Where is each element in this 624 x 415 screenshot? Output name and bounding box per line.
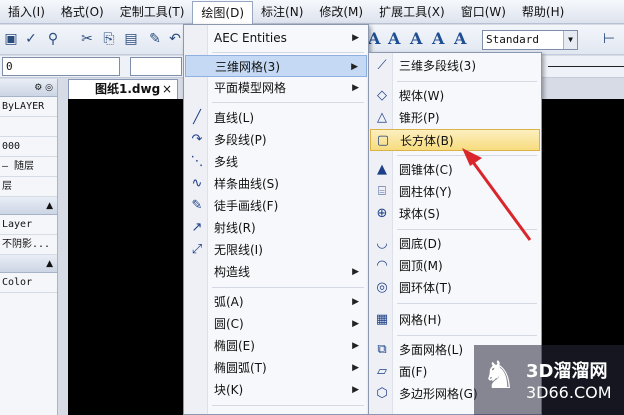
site-watermark: ♞ 3D溜溜网 3D66.COM — [474, 345, 624, 415]
arrow-head — [462, 148, 482, 166]
watermark-site: 3D66.COM — [526, 383, 612, 402]
deer-logo-icon: ♞ — [482, 353, 517, 397]
arrow-shaft — [468, 157, 532, 241]
watermark-brand: 3D溜溜网 — [526, 361, 608, 382]
